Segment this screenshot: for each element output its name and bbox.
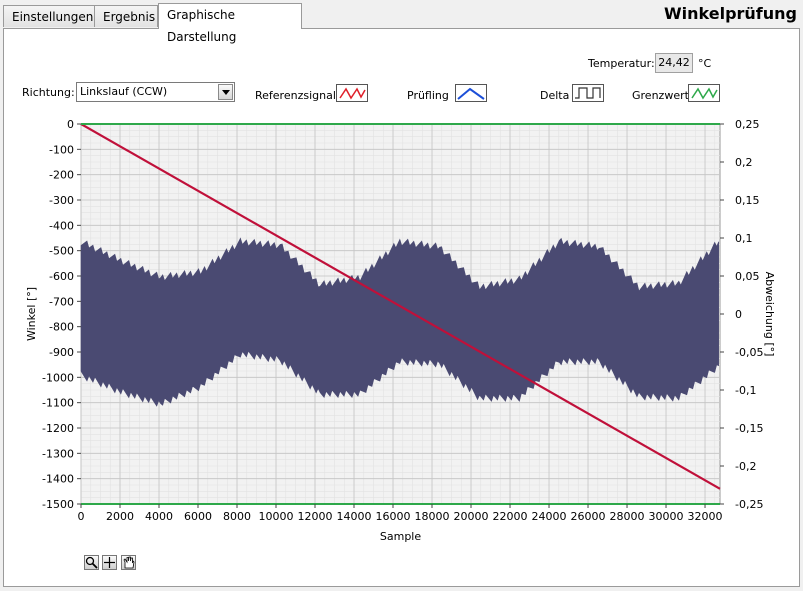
x-tick-label: 2000 xyxy=(106,510,134,523)
y2-tick-label: -0,05 xyxy=(735,346,763,359)
y-tick-label: -1000 xyxy=(42,371,74,384)
y2-tick-label: -0,25 xyxy=(735,498,763,511)
y-tick-label: -300 xyxy=(49,194,74,207)
y-tick-label: 0 xyxy=(67,118,74,131)
angle-chart[interactable]: 0 -100 -200 -300 -400 -500 -600 -700 -800 -900 -10… xyxy=(0,0,803,591)
y2-tick-label: 0,05 xyxy=(735,270,760,283)
y-tick-label: -900 xyxy=(49,346,74,359)
x-tick-label: 18000 xyxy=(415,510,450,523)
y-tick-label: -1100 xyxy=(42,397,74,410)
x-tick-label: 16000 xyxy=(376,510,411,523)
y2-tick-label: -0,1 xyxy=(735,384,756,397)
x-tick-label: 32000 xyxy=(688,510,723,523)
y-tick-label: -400 xyxy=(49,219,74,232)
y-tick-label: -1200 xyxy=(42,422,74,435)
x-tick-label: 12000 xyxy=(298,510,333,523)
x-tick-label: 0 xyxy=(78,510,85,523)
y2-axis-label: Abweichung [°] xyxy=(763,272,776,357)
y-tick-label: -1300 xyxy=(42,447,74,460)
y-tick-label: -200 xyxy=(49,169,74,182)
x-tick-label: 30000 xyxy=(649,510,684,523)
y2-tick-label: 0 xyxy=(735,308,742,321)
x-tick-label: 6000 xyxy=(184,510,212,523)
x-tick-label: 26000 xyxy=(571,510,606,523)
y2-axis-ticks: 0,25 0,2 0,15 0,1 0,05 0 -0,05 -0,1 -0,15 -0,2 -0,… xyxy=(720,118,763,511)
x-axis-ticks: 0 2000 4000 6000 8000 10000 12000 14000 16000 180… xyxy=(78,504,723,523)
x-tick-label: 24000 xyxy=(532,510,567,523)
y-tick-label: -700 xyxy=(49,295,74,308)
y2-tick-label: -0,15 xyxy=(735,422,763,435)
x-tick-label: 22000 xyxy=(493,510,528,523)
y2-tick-label: 0,15 xyxy=(735,194,760,207)
y-tick-label: -500 xyxy=(49,245,74,258)
y-axis-ticks: 0 -100 -200 -300 -400 -500 -600 -700 -800 -900 -10… xyxy=(42,118,81,511)
y-axis-label: Winkel [°] xyxy=(25,287,38,341)
hand-icon[interactable] xyxy=(121,555,136,570)
y2-tick-label: 0,1 xyxy=(735,232,753,245)
y-tick-label: -100 xyxy=(49,143,74,156)
y2-tick-label: 0,2 xyxy=(735,156,753,169)
x-tick-label: 10000 xyxy=(259,510,294,523)
y-tick-label: -800 xyxy=(49,321,74,334)
x-tick-label: 14000 xyxy=(337,510,372,523)
y-tick-label: -600 xyxy=(49,270,74,283)
y2-tick-label: 0,25 xyxy=(735,118,760,131)
crosshair-icon[interactable] xyxy=(102,555,117,570)
x-tick-label: 20000 xyxy=(454,510,489,523)
y2-tick-label: -0,2 xyxy=(735,460,756,473)
x-tick-label: 28000 xyxy=(610,510,645,523)
x-tick-label: 8000 xyxy=(223,510,251,523)
y-tick-label: -1400 xyxy=(42,473,74,486)
x-axis-label: Sample xyxy=(380,530,421,543)
y-tick-label: -1500 xyxy=(42,498,74,511)
tab-graphische-darstellung[interactable]: Graphische Darstellung xyxy=(158,3,302,44)
zoom-icon[interactable] xyxy=(84,555,99,570)
x-tick-label: 4000 xyxy=(145,510,173,523)
